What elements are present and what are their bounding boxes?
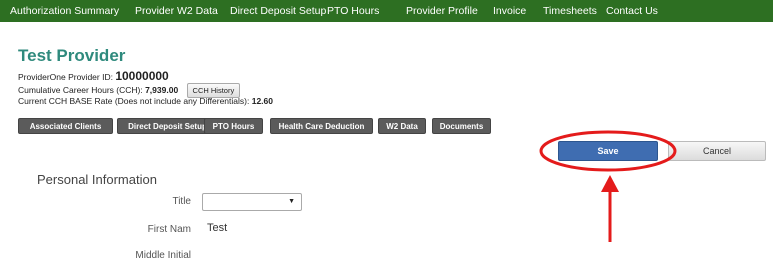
tab-documents[interactable]: Documents <box>432 118 491 134</box>
rate-row: Current CCH BASE Rate (Does not include … <box>18 96 273 106</box>
nav-provider-w2-data[interactable]: Provider W2 Data <box>135 5 218 17</box>
nav-authorization-summary[interactable]: Authorization Summary <box>10 5 119 17</box>
title-label: Title <box>172 196 191 207</box>
cch-value: 7,939.00 <box>145 84 179 95</box>
nav-timesheets[interactable]: Timesheets <box>543 5 597 17</box>
cch-label: Cumulative Career Hours (CCH): <box>18 84 143 95</box>
tab-direct-deposit-setup[interactable]: Direct Deposit Setup <box>117 118 218 134</box>
rate-value: 12.60 <box>251 96 273 106</box>
provider-id-row: ProviderOne Provider ID: 10000000 <box>18 69 169 83</box>
save-button[interactable]: Save <box>558 141 658 161</box>
page-title: Test Provider <box>18 46 126 65</box>
personal-information-heading: Personal Information <box>37 172 157 187</box>
provider-id-label: ProviderOne Provider ID: <box>18 72 113 82</box>
first-name-value: Test <box>207 222 228 234</box>
nav-invoice[interactable]: Invoice <box>493 5 526 17</box>
tab-health-care-deduction[interactable]: Health Care Deduction <box>270 118 373 134</box>
provider-id-value: 10000000 <box>115 69 169 83</box>
nav-direct-deposit-setup[interactable]: Direct Deposit Setup <box>230 5 326 17</box>
cancel-button[interactable]: Cancel <box>668 141 766 161</box>
title-select[interactable]: ▼ <box>202 193 302 211</box>
tab-pto-hours[interactable]: PTO Hours <box>204 118 263 134</box>
rate-label: Current CCH BASE Rate (Does not include … <box>18 96 250 106</box>
top-navigation-bar: Authorization Summary Provider W2 Data D… <box>0 0 773 22</box>
middle-initial-label: Middle Initial <box>135 250 191 261</box>
chevron-down-icon: ▼ <box>288 198 295 205</box>
tab-w2-data[interactable]: W2 Data <box>378 118 426 134</box>
first-name-label: First Nam <box>147 224 191 235</box>
nav-contact-us[interactable]: Contact Us <box>606 5 658 17</box>
nav-pto-hours[interactable]: PTO Hours <box>327 5 379 17</box>
nav-provider-profile[interactable]: Provider Profile <box>406 5 478 17</box>
tab-associated-clients[interactable]: Associated Clients <box>18 118 113 134</box>
arrow-head-icon <box>601 175 619 192</box>
